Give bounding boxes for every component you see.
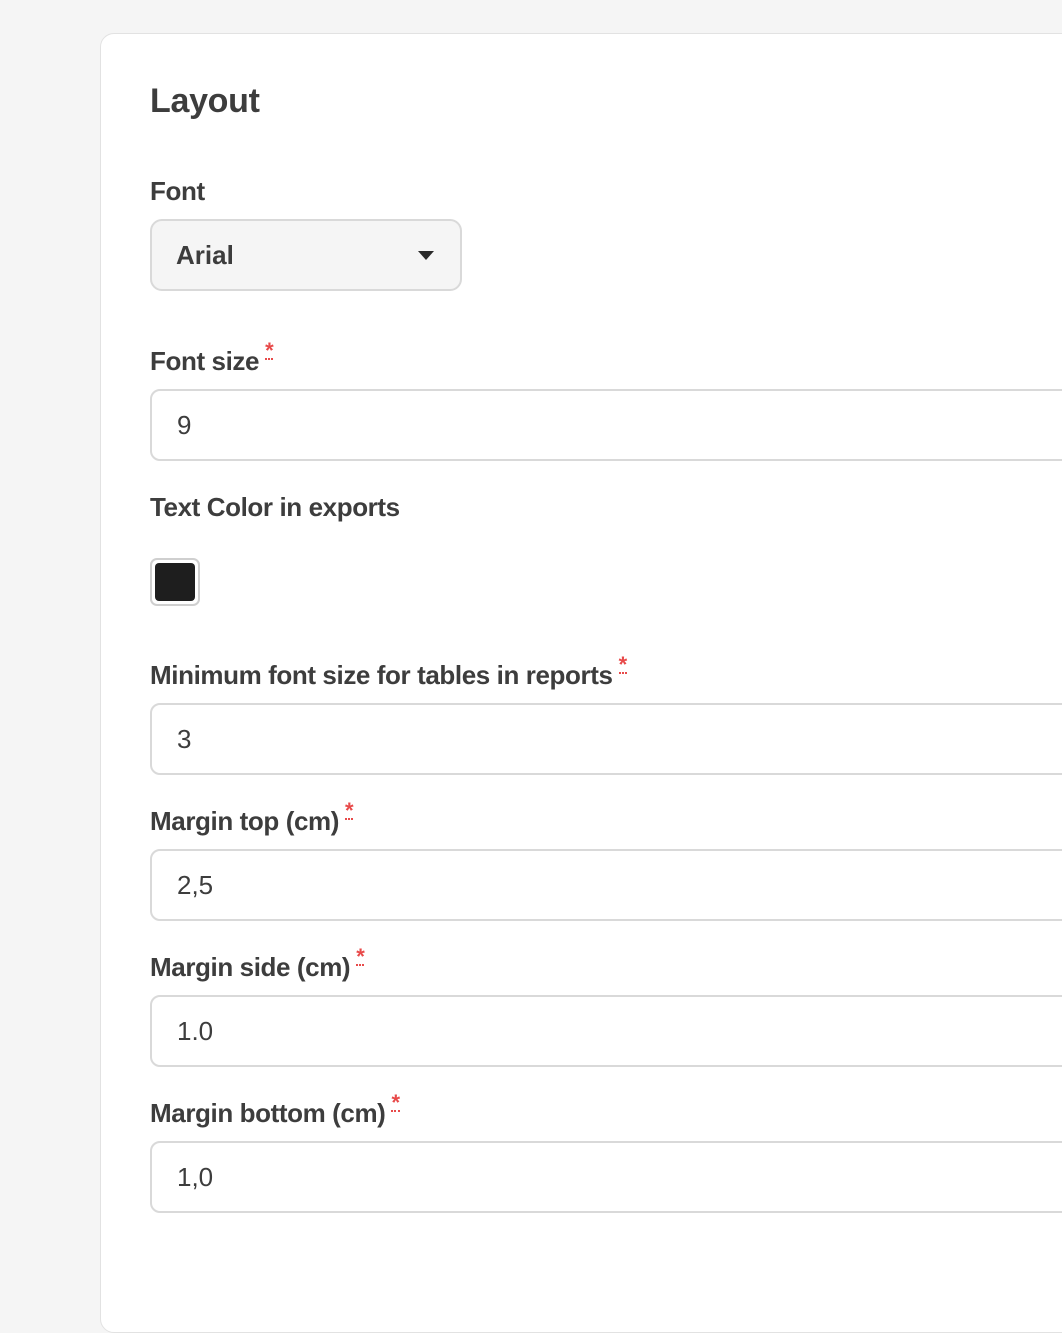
margin-top-label-text: Margin top (cm) [150,806,339,836]
margin-side-input[interactable] [150,995,1062,1067]
margin-top-input[interactable] [150,849,1062,921]
text-color-label: Text Color in exports [150,491,400,523]
margin-bottom-input[interactable] [150,1141,1062,1213]
margin-top-label: Margin top (cm) * [150,798,354,837]
required-indicator: * [618,652,627,677]
text-color-picker[interactable] [150,558,200,606]
margin-bottom-label-text: Margin bottom (cm) [150,1098,386,1128]
font-size-label-text: Font size [150,346,260,376]
font-label-text: Font [150,176,205,206]
font-select[interactable]: Arial [150,219,462,291]
font-size-input[interactable] [150,389,1062,461]
margin-side-label-text: Margin side (cm) [150,952,351,982]
font-size-label: Font size * [150,338,274,377]
margin-side-label: Margin side (cm) * [150,944,365,983]
text-color-swatch [155,563,195,601]
min-table-font-size-input[interactable] [150,703,1062,775]
required-indicator: * [356,944,365,969]
font-label: Font [150,175,205,207]
font-select-value: Arial [176,239,234,270]
required-indicator: * [345,798,354,823]
required-indicator: * [391,1090,400,1115]
text-color-label-text: Text Color in exports [150,492,400,522]
section-title: Layout [150,82,260,120]
required-indicator: * [265,338,274,363]
margin-bottom-label: Margin bottom (cm) * [150,1090,400,1129]
min-table-font-size-label-text: Minimum font size for tables in reports [150,660,613,690]
chevron-down-icon [418,250,434,260]
min-table-font-size-label: Minimum font size for tables in reports * [150,652,627,691]
